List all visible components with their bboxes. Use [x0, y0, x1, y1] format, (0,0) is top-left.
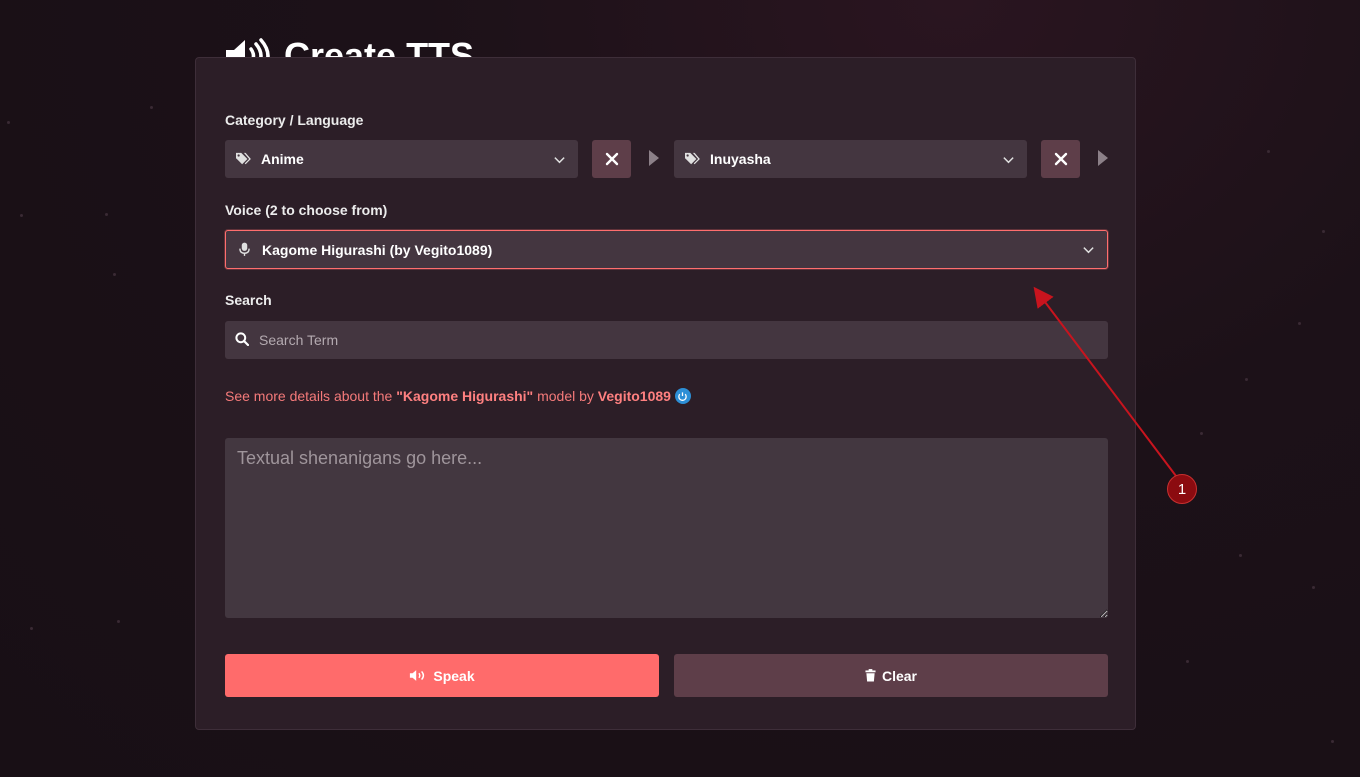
microphone-icon	[236, 242, 252, 258]
caret-right-icon	[649, 150, 659, 166]
clear-button-label: Clear	[881, 667, 918, 684]
clear-button[interactable]: Clear	[674, 654, 1108, 697]
model-name-link[interactable]: "Kagome Higurashi"	[396, 388, 533, 404]
category-select-value: Anime	[261, 151, 304, 167]
model-details: See more details about the "Kagome Higur…	[225, 388, 691, 404]
author-link[interactable]: Vegito1089	[598, 388, 671, 404]
speak-button-label: Speak	[433, 667, 475, 684]
search-icon	[235, 332, 249, 346]
category-label: Category / Language	[225, 112, 364, 128]
info-icon[interactable]	[674, 388, 691, 404]
tts-text-input[interactable]	[225, 438, 1108, 618]
search-input[interactable]	[225, 321, 1108, 359]
details-middle: model by	[533, 388, 598, 404]
volume-up-icon	[410, 670, 425, 681]
close-icon	[605, 152, 618, 166]
clear-language-button[interactable]	[1041, 140, 1080, 178]
chevron-down-icon	[1001, 152, 1015, 166]
speak-button[interactable]: Speak	[225, 654, 659, 697]
language-select[interactable]: Inuyasha	[674, 140, 1027, 178]
clear-category-button[interactable]	[592, 140, 631, 178]
close-icon	[1054, 152, 1067, 166]
tags-icon	[235, 151, 251, 167]
voice-label: Voice (2 to choose from)	[225, 202, 388, 218]
tags-icon	[684, 151, 700, 167]
chevron-down-icon	[1081, 243, 1095, 257]
category-select[interactable]: Anime	[225, 140, 578, 178]
voice-select[interactable]: Kagome Higurashi (by Vegito1089)	[225, 230, 1108, 269]
caret-right-icon	[1098, 150, 1108, 166]
trash-icon	[865, 669, 876, 682]
annotation-badge: 1	[1167, 474, 1197, 504]
chevron-down-icon	[552, 152, 566, 166]
details-prefix: See more details about the	[225, 388, 397, 404]
search-label: Search	[225, 292, 272, 308]
language-select-value: Inuyasha	[710, 151, 771, 167]
voice-select-value: Kagome Higurashi (by Vegito1089)	[262, 241, 493, 258]
